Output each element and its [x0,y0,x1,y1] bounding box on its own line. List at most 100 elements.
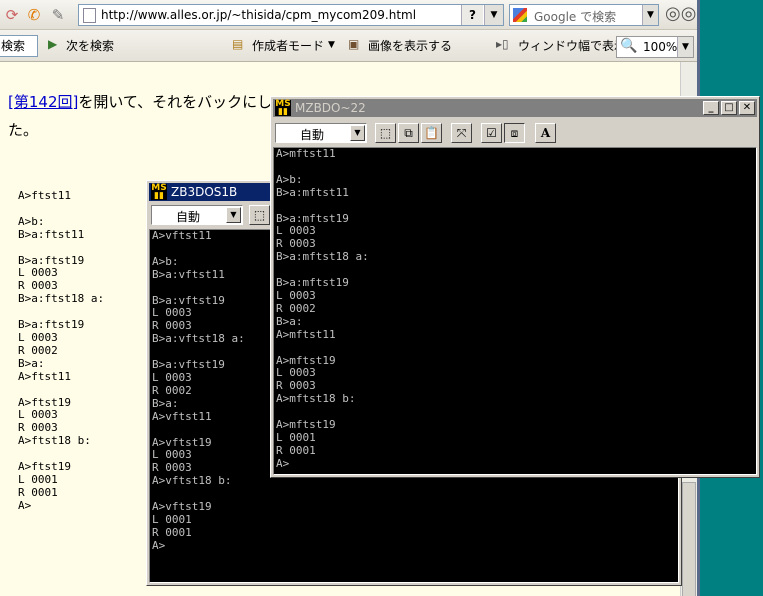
article-text: [第142回]を開いて、それをバックにして た。 [8,88,287,144]
terminal-line: A>vftst19 [152,500,212,514]
terminal-line: A> [152,538,166,552]
session-line: A>ftst11 [18,369,71,383]
terminal-line: B>a:mftst18 a: [276,250,369,264]
home-icon[interactable]: ✆ [24,5,44,25]
font-combo-value: 自動 [300,128,325,142]
terminal-line: R 0001 [276,443,316,457]
copy-icon[interactable]: ⧉ [398,123,419,143]
session-line: A> [18,498,32,512]
mark-icon[interactable]: ⬚ [249,205,270,225]
terminal-line: R 0001 [152,525,192,539]
fit-width-icon[interactable]: ▸▯ [496,37,509,51]
terminal-line: L 0001 [276,430,316,444]
terminal-line: L 0003 [276,224,316,238]
close-icon[interactable]: ✕ [739,101,755,115]
font-combo[interactable]: 自動 ▼ [151,205,243,225]
session-line [18,203,104,216]
author-mode-button[interactable]: 作成者モード [252,37,324,54]
terminal-line: A> [276,456,290,470]
session-line: A>ftst11 [18,189,71,202]
font-combo-value: 自動 [176,210,201,224]
author-mode-dropdown-icon[interactable]: ▼ [328,40,335,50]
session-line: B>a:ftst18 a: [18,292,105,306]
find-next-button[interactable]: 次を検索 [66,37,114,54]
combo-dropdown-icon[interactable]: ▼ [226,207,241,223]
combo-dropdown-icon[interactable]: ▼ [350,125,365,141]
terminal-line: A>mftst19 [276,418,336,432]
glasses-icon[interactable]: ◎◎ [665,3,696,24]
session-listing: A>ftst11 A>b: B>a:ftst11 B>a:ftst19 L 0003… [18,189,105,513]
zoom-control[interactable]: 🔍 100% ▼ [616,36,694,58]
terminal-line: R 0002 [276,301,316,315]
session-line: R 0002 [18,343,58,357]
reload-icon[interactable]: ⟳ [2,5,22,25]
address-bar[interactable]: http://www.alles.or.jp/~thisida/cpm_myco… [78,4,504,26]
author-mode-icon[interactable]: ▤ [232,37,243,51]
mzbdo-titlebar[interactable]: MS ▮▮ MZBDO~22 _ □ ✕ [273,99,757,117]
mzbdo-terminal[interactable]: A>mftst11 A>b: B>a:mftst11 B>a:mftst19 L 0… [273,147,757,475]
terminal-line: B>a: [276,314,303,328]
terminal-line: A>mftst18 b: [276,392,356,406]
magnifier-icon: 🔍 [620,38,638,54]
terminal-line: L 0003 [276,366,316,380]
terminal-line: A>mftst11 [276,327,336,341]
mzbdo-window[interactable]: MS ▮▮ MZBDO~22 _ □ ✕ 自動 ▼ ⬚ ⧉ 📋 ⤧ ☑ ⧈ A A… [270,96,760,478]
edit-icon[interactable]: ✎ [48,5,68,25]
font-icon[interactable]: A [535,123,556,143]
mzbdo-title: MZBDO~22 [295,101,366,115]
show-images-button[interactable]: 画像を表示する [368,37,452,54]
fullscreen-icon[interactable]: ⤧ [451,123,472,143]
session-line: L 0003 [18,330,58,344]
background-icon[interactable]: ⧈ [504,123,525,143]
minimize-icon[interactable]: _ [703,101,719,115]
page-icon [83,8,96,23]
zoom-level: 100% [643,40,678,54]
session-line: R 0001 [18,485,58,499]
session-line: A>ftst18 b: [18,434,91,448]
terminal-line: B>a:mftst19 [276,211,349,225]
session-line [18,384,104,397]
session-line: B>a: [18,356,45,370]
article-line-1: を開いて、それをバックにして [78,93,287,111]
find-toolbar: 検索 ▶ 次を検索 ▤ 作成者モード ▼ ▣ 画像を表示する ▸▯ ウィンドウ幅… [0,30,700,62]
font-combo[interactable]: 自動 ▼ [275,123,367,143]
app-icon[interactable]: MS ▮▮ [275,100,291,117]
session-line: A>b: [18,214,45,228]
article-link[interactable]: [第142回] [8,93,78,111]
terminal-line: A>b: [276,172,303,186]
terminal-line: L 0001 [152,512,192,526]
find-input[interactable]: 検索 [0,35,38,57]
app-icon[interactable]: MS ▮▮ [151,184,167,201]
article-line-2: た。 [8,121,39,139]
session-line: A>ftst19 [18,460,71,474]
address-dropdown-icon[interactable]: ▼ [484,5,503,25]
search-dropdown-icon[interactable]: ▼ [642,5,658,25]
find-next-icon[interactable]: ▶ [48,37,57,51]
google-icon [513,8,527,22]
address-text[interactable]: http://www.alles.or.jp/~thisida/cpm_myco… [101,8,416,22]
paste-icon[interactable]: 📋 [421,123,442,143]
navigation-toolbar: ⟳ ✆ ✎ http://www.alles.or.jp/~thisida/cp… [0,0,700,30]
site-info-button[interactable]: ? [461,5,483,25]
properties-icon[interactable]: ☑ [481,123,502,143]
search-placeholder[interactable]: Google で検索 [534,8,616,25]
terminal-line: B>a:mftst19 [276,276,349,290]
scrollbar-thumb[interactable] [682,482,696,596]
search-box[interactable]: Google で検索 ▼ [509,4,659,26]
session-line: B>a:ftst11 [18,227,85,241]
session-line [18,242,104,255]
mzbdo-toolbar: 自動 ▼ ⬚ ⧉ 📋 ⤧ ☑ ⧈ A [273,121,757,145]
maximize-icon[interactable]: □ [721,101,737,115]
zoom-dropdown-icon[interactable]: ▼ [677,37,693,57]
terminal-line: A>mftst11 [276,147,336,160]
terminal-line: B>a:mftst11 [276,185,349,199]
terminal-line: L 0003 [276,288,316,302]
fit-width-button[interactable]: ウィンドウ幅で表示 [518,37,626,54]
zb3dos-title: ZB3DOS1B [171,185,238,199]
image-icon[interactable]: ▣ [348,37,359,51]
mark-icon[interactable]: ⬚ [375,123,396,143]
